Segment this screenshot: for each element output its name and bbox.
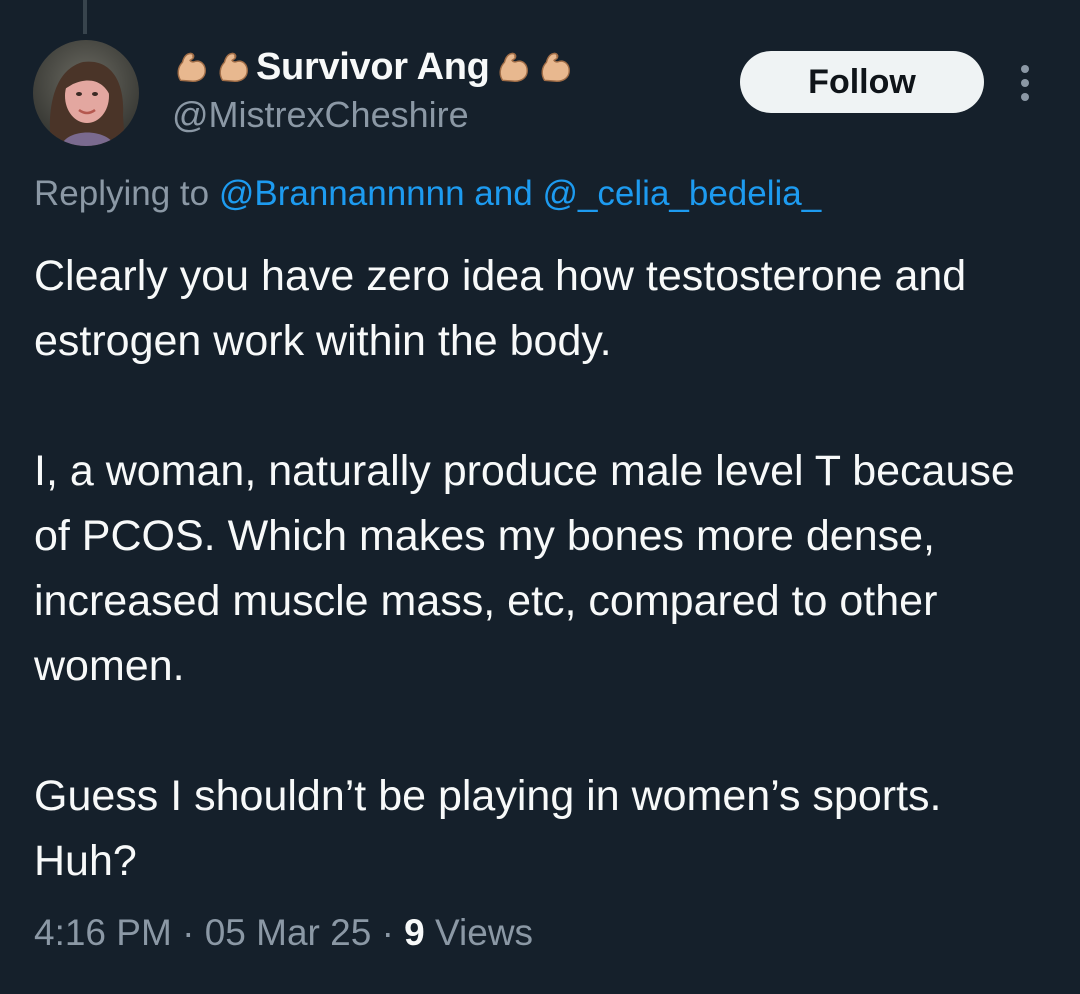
more-vertical-icon [1021, 65, 1029, 101]
flexed-biceps-icon [219, 52, 248, 82]
views-count[interactable]: 9 [404, 912, 425, 953]
replying-to-line: Replying to @Brannannnnn and @_celia_bed… [34, 174, 821, 214]
views-label[interactable]: Views [435, 912, 533, 953]
mention-conjunction: and [474, 174, 533, 213]
tweet-paragraph: Guess I shouldn’t be playing in women’s … [34, 772, 942, 885]
tweet-paragraph: I, a woman, naturally produce male level… [34, 447, 1015, 690]
meta-separator: · [182, 912, 195, 953]
replying-to-label: Replying to [34, 174, 210, 213]
tweet-time[interactable]: 4:16 PM [34, 912, 172, 953]
follow-button[interactable]: Follow [740, 51, 984, 113]
flexed-biceps-icon [541, 52, 570, 82]
more-options-button[interactable] [1010, 60, 1040, 106]
flexed-biceps-icon [177, 52, 206, 82]
tweet-date[interactable]: 05 Mar 25 [205, 912, 372, 953]
mention-link[interactable]: @Brannannnnn [219, 174, 465, 213]
tweet-text: Clearly you have zero idea how testoster… [34, 244, 1054, 894]
mention-link[interactable]: @_celia_bedelia_ [542, 174, 821, 213]
thread-connector-line [83, 0, 87, 34]
tweet-metadata: 4:16 PM · 05 Mar 25 · 9 Views [34, 912, 533, 954]
meta-separator: · [381, 912, 394, 953]
avatar[interactable] [33, 40, 139, 146]
flexed-biceps-icon [499, 52, 528, 82]
avatar-image [33, 40, 139, 146]
tweet-paragraph: Clearly you have zero idea how testoster… [34, 252, 967, 365]
author-name-row[interactable]: Survivor Ang [172, 42, 574, 92]
author-handle[interactable]: @MistrexCheshire [172, 94, 469, 136]
display-name[interactable]: Survivor Ang [256, 46, 490, 89]
